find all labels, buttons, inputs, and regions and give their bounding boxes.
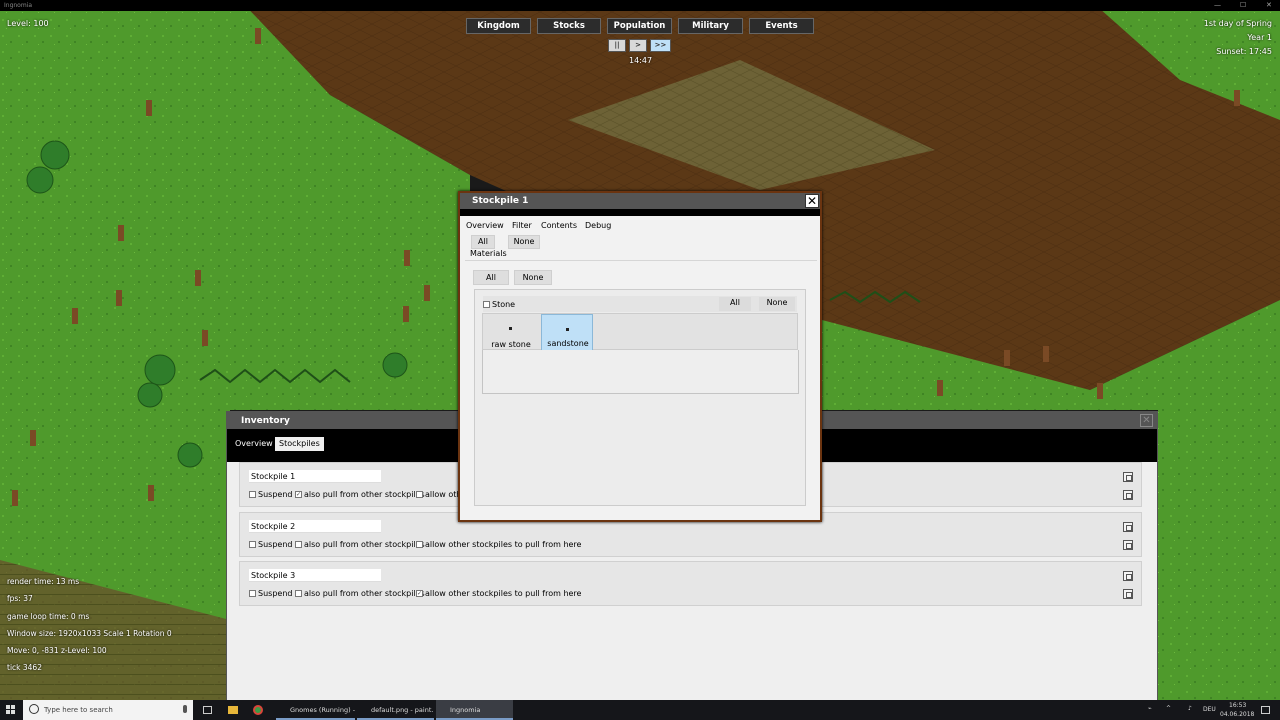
pull-checkbox[interactable]: also pull from other stockpiles — [295, 540, 425, 549]
debug-render-time: render time: 13 ms — [7, 577, 80, 586]
level-indicator: Level: 100 — [7, 19, 49, 28]
item-raw-stone[interactable]: raw stone — [485, 314, 537, 351]
keyboard-language[interactable]: DEU — [1203, 706, 1216, 713]
tab-contents[interactable]: Contents — [541, 220, 577, 231]
stone-items: raw stone sandstone — [482, 313, 798, 351]
nav-kingdom-button[interactable]: Kingdom — [466, 18, 531, 34]
allow-checkbox[interactable]: allow other stockpiles to pull from here — [416, 540, 581, 549]
notification-icon[interactable] — [1261, 706, 1270, 714]
stone-none-button[interactable]: None — [759, 297, 795, 311]
microphone-icon[interactable] — [183, 705, 187, 713]
tab-overview[interactable]: Overview — [231, 437, 277, 451]
maximize-icon[interactable]: ☐ — [1240, 0, 1246, 11]
select-all-button[interactable]: All — [471, 235, 495, 249]
taskbar-app-paint[interactable]: default.png - paint... — [357, 700, 434, 720]
network-icon[interactable]: ⌁ — [1148, 705, 1152, 712]
select-none-button[interactable]: None — [508, 235, 540, 249]
debug-tick: tick 3462 — [7, 663, 42, 672]
debug-fps: fps: 37 — [7, 594, 33, 603]
game-time: 14:47 — [629, 56, 653, 65]
stone-checkbox[interactable]: Stone — [483, 300, 515, 309]
date-year: Year 1 — [1247, 33, 1272, 42]
file-explorer-icon[interactable] — [228, 706, 238, 714]
allow-checkbox[interactable]: ✓ allow other stockpiles to pull from her… — [416, 589, 581, 598]
pull-checkbox[interactable]: ✓ also pull from other stockpiles — [295, 490, 425, 499]
tab-overview[interactable]: Overview — [466, 220, 504, 231]
nav-military-button[interactable]: Military — [678, 18, 743, 34]
tab-stockpiles[interactable]: Stockpiles — [275, 437, 324, 451]
chrome-icon[interactable] — [253, 705, 263, 715]
search-icon — [29, 704, 39, 714]
suspend-checkbox[interactable]: Suspend — [249, 490, 292, 499]
inventory-close-icon[interactable]: ✕ — [1140, 414, 1153, 427]
raw-stone-icon — [509, 327, 512, 330]
clock-time[interactable]: 16:53 — [1229, 702, 1246, 709]
sunset-time: Sunset: 17:45 — [1216, 47, 1272, 56]
materials-divider — [465, 260, 817, 261]
stone-group: Stone All None raw stone sandstone — [474, 289, 806, 506]
taskbar-app-gnomes[interactable]: Gnomes (Running) -... — [276, 700, 355, 720]
minimize-icon[interactable]: — — [1214, 0, 1221, 11]
taskbar-search-input[interactable]: Type here to search — [23, 700, 193, 720]
stockpile-close-button[interactable]: ✕ — [805, 194, 819, 208]
debug-window-size: Window size: 1920x1033 Scale 1 Rotation … — [7, 629, 172, 638]
clock-date[interactable]: 04.06.2018 — [1220, 711, 1254, 718]
nav-events-button[interactable]: Events — [749, 18, 814, 34]
date-day: 1st day of Spring — [1203, 19, 1272, 28]
suspend-checkbox[interactable]: Suspend — [249, 589, 292, 598]
stockpile-settings-icon[interactable] — [1123, 589, 1133, 599]
stockpile-row: Stockpile 3 Suspend also pull from other… — [239, 561, 1142, 606]
sandstone-icon — [566, 328, 569, 331]
app-titlebar: Ingnomia — ☐ ✕ — [0, 0, 1280, 11]
nav-population-button[interactable]: Population — [607, 18, 672, 34]
pause-button[interactable]: || — [608, 39, 626, 52]
debug-game-loop: game loop time: 0 ms — [7, 612, 90, 621]
item-sandstone[interactable]: sandstone — [541, 314, 593, 351]
tab-debug[interactable]: Debug — [585, 220, 611, 231]
taskbar-app-ingnomia[interactable]: Ingnomia — [436, 700, 513, 720]
stockpile-settings-icon[interactable] — [1123, 490, 1133, 500]
volume-icon[interactable]: ♪ — [1188, 705, 1192, 712]
task-view-icon[interactable] — [203, 706, 212, 714]
stockpile-name-field[interactable]: Stockpile 1 — [249, 470, 381, 483]
stockpile-window: Stockpile 1 ✕ Overview Filter Contents D… — [458, 191, 822, 522]
open-stockpile-icon[interactable] — [1123, 571, 1133, 581]
stone-group-header: Stone All None — [483, 296, 797, 312]
play-button[interactable]: > — [629, 39, 647, 52]
app-title: Ingnomia — [4, 2, 33, 9]
stone-empty-area — [482, 350, 799, 394]
open-stockpile-icon[interactable] — [1123, 522, 1133, 532]
stockpile-title[interactable]: Stockpile 1 — [460, 193, 820, 209]
stockpile-name-field[interactable]: Stockpile 3 — [249, 569, 381, 582]
windows-start-icon[interactable] — [6, 705, 16, 715]
tab-filter[interactable]: Filter — [512, 220, 532, 231]
open-stockpile-icon[interactable] — [1123, 472, 1133, 482]
materials-all-button[interactable]: All — [473, 270, 509, 285]
stockpile-title-strip — [460, 209, 820, 216]
stone-all-button[interactable]: All — [719, 297, 751, 311]
close-icon[interactable]: ✕ — [1266, 0, 1272, 11]
taskbar: Type here to search Gnomes (Running) -..… — [0, 700, 1280, 720]
suspend-checkbox[interactable]: Suspend — [249, 540, 292, 549]
stockpile-name-field[interactable]: Stockpile 2 — [249, 520, 381, 533]
nav-stocks-button[interactable]: Stocks — [537, 18, 601, 34]
fast-forward-button[interactable]: >> — [650, 39, 671, 52]
tray-chevron-icon[interactable]: ^ — [1166, 705, 1171, 712]
stockpile-settings-icon[interactable] — [1123, 540, 1133, 550]
debug-move: Move: 0, -831 z-Level: 100 — [7, 646, 107, 655]
materials-label[interactable]: Materials — [470, 249, 507, 258]
pull-checkbox[interactable]: also pull from other stockpiles — [295, 589, 425, 598]
materials-none-button[interactable]: None — [514, 270, 552, 285]
